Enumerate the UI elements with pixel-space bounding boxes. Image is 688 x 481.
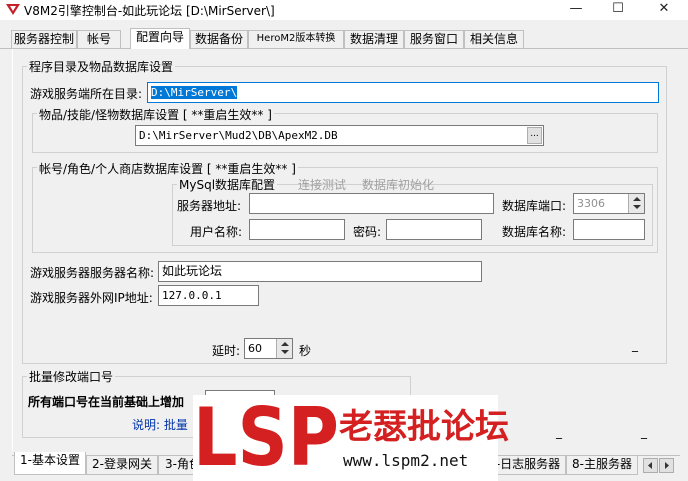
db-path-value: D:\MirServer\Mud2\DB\ApexM2.DB [139,129,338,142]
tab-service-window[interactable]: 服务窗口 [404,30,464,48]
game-dir-input[interactable]: D:\MirServer\ [147,82,659,103]
server-name-input[interactable]: 如此玩论坛 [158,261,482,282]
minimize-button[interactable]: — [556,0,596,20]
delay-spinner[interactable] [276,339,292,358]
tab-data-cleanup[interactable]: 数据清理 [344,30,404,48]
delay-input[interactable]: 60 [244,338,293,359]
tab-server-control[interactable]: 服务器控制 [11,30,77,48]
tab-scroll-right[interactable] [659,458,674,473]
tab-herom2-convert[interactable]: HeroM2版本转换 [248,30,344,48]
username-label: 用户名称: [190,225,243,239]
db-path-input[interactable]: D:\MirServer\Mud2\DB\ApexM2.DB [135,125,544,146]
tab-data-backup[interactable]: 数据备份 [190,30,248,48]
db-name-label: 数据库名称: [502,225,567,239]
browse-button[interactable]: ... [527,127,542,144]
item-db-title: 物品/技能/怪物数据库设置 [ **重启生效** ] [37,106,274,123]
chevron-left-icon [648,462,652,469]
tab-about[interactable]: 相关信息 [464,30,524,48]
title-bar: V8M2引擎控制台-如此玩论坛 [D:\MirServer\] — ☐ ✕ [0,0,688,20]
db-port-input[interactable]: 3306 [573,193,645,214]
db-port-value: 3306 [577,197,605,210]
arrow-up-icon [633,197,641,201]
tab-scroll-left[interactable] [643,458,658,473]
game-dir-label: 游戏服务端所在目录: [30,87,143,101]
tab-account[interactable]: 帐号 [77,30,121,48]
password-label: 密码: [353,225,382,239]
maximize-button[interactable]: ☐ [598,0,638,20]
bottom-tab-log-server[interactable]: -日志服务器 [490,456,566,475]
panel-dash: _ [632,338,638,352]
username-input[interactable] [249,219,345,240]
program-dir-title: 程序目录及物品数据库设置 [27,58,176,75]
delay-unit: 秒 [299,344,312,358]
app-icon [6,4,20,15]
account-db-title: 帐号/角色/个人商店数据库设置 [ **重启生效** ] [37,160,298,177]
arrow-down-icon [281,350,289,354]
delay-label: 延时: [212,344,241,358]
test-connection-button[interactable]: 连接测试 [298,176,346,193]
init-db-button[interactable]: 数据库初始化 [362,176,434,193]
chevron-right-icon [665,462,669,469]
server-ip-label: 游戏服务器外网IP地址: [30,291,153,305]
port-dash-2: _ [641,425,647,439]
svg-text:LSP: LSP [193,397,339,469]
port-dash-1: _ [556,425,562,439]
watermark-url: www.lspm2.net [343,451,469,470]
delay-value: 60 [248,342,262,355]
password-input[interactable] [386,219,482,240]
server-name-label: 游戏服务器服务器名称: [30,266,155,280]
arrow-up-icon [281,342,289,346]
server-ip-input[interactable]: 127.0.0.1 [158,285,259,306]
server-addr-input[interactable] [249,193,494,214]
port-increase-label: 所有端口号在当前基础上增加 [28,395,185,409]
watermark-logo: LSP [193,397,339,469]
db-port-spinner[interactable] [628,194,644,213]
bottom-tab-main-server[interactable]: 8-主服务器 [566,456,638,475]
port-note-label: 说明: 批量 [132,418,188,432]
server-addr-label: 服务器地址: [177,199,242,213]
game-dir-value: D:\MirServer\ [151,86,238,99]
watermark: LSP 老瑟批论坛 www.lspm2.net [193,395,509,481]
mysql-title: MySql数据库配置 [177,176,278,193]
window-title: V8M2引擎控制台-如此玩论坛 [D:\MirServer\] [24,4,275,18]
db-name-input[interactable] [573,219,645,240]
arrow-down-icon [633,205,641,209]
watermark-name: 老瑟批论坛 [339,407,509,447]
db-port-label: 数据库端口: [502,199,567,213]
bottom-tab-login-gate[interactable]: 2-登录网关 [86,456,158,475]
close-button[interactable]: ✕ [644,0,684,20]
bottom-tab-basic[interactable]: 1-基本设置 [14,452,86,475]
port-batch-title: 批量修改端口号 [27,368,116,385]
tab-config-wizard[interactable]: 配置向导 [130,28,190,49]
